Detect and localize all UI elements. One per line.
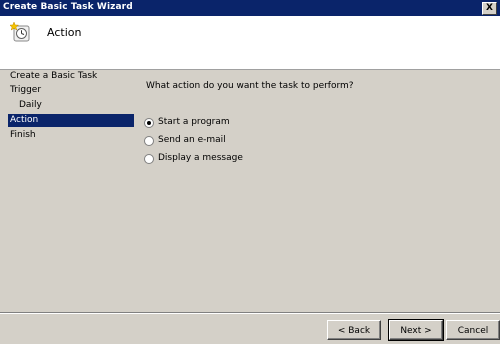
sidebar-item-create-basic-task[interactable]: Create a Basic Task <box>8 70 134 83</box>
page-title: Action <box>47 26 82 39</box>
back-button[interactable]: < Back <box>327 320 381 340</box>
action-question: What action do you want the task to perf… <box>146 81 354 91</box>
close-button[interactable]: X <box>482 2 497 15</box>
radio-circle[interactable] <box>144 118 154 128</box>
wizard-steps-sidebar: Create a Basic Task Trigger Daily Action… <box>0 70 135 344</box>
radio-label[interactable]: Start a program <box>158 117 230 127</box>
radio-label[interactable]: Display a message <box>158 153 243 163</box>
radio-selected-dot <box>147 121 151 125</box>
title-bar[interactable]: Create Basic Task Wizard X <box>0 0 500 16</box>
task-scheduler-icon <box>10 21 30 42</box>
radio-circle[interactable] <box>144 154 154 164</box>
window-title: Create Basic Task Wizard <box>3 2 133 12</box>
sidebar-item-daily[interactable]: Daily <box>17 99 134 112</box>
radio-circle[interactable] <box>144 136 154 146</box>
sidebar-item-trigger[interactable]: Trigger <box>8 84 134 97</box>
wizard-content: What action do you want the task to perf… <box>135 70 500 344</box>
footer-separator <box>0 312 500 314</box>
sidebar-item-action[interactable]: Action <box>8 114 134 127</box>
next-button[interactable]: Next > <box>388 319 444 341</box>
cancel-button[interactable]: Cancel <box>446 320 500 340</box>
wizard-window: Create Basic Task Wizard X Action Create… <box>0 0 500 344</box>
sidebar-item-finish[interactable]: Finish <box>8 129 134 142</box>
wizard-header: Action <box>0 16 500 70</box>
radio-label[interactable]: Send an e-mail <box>158 135 226 145</box>
